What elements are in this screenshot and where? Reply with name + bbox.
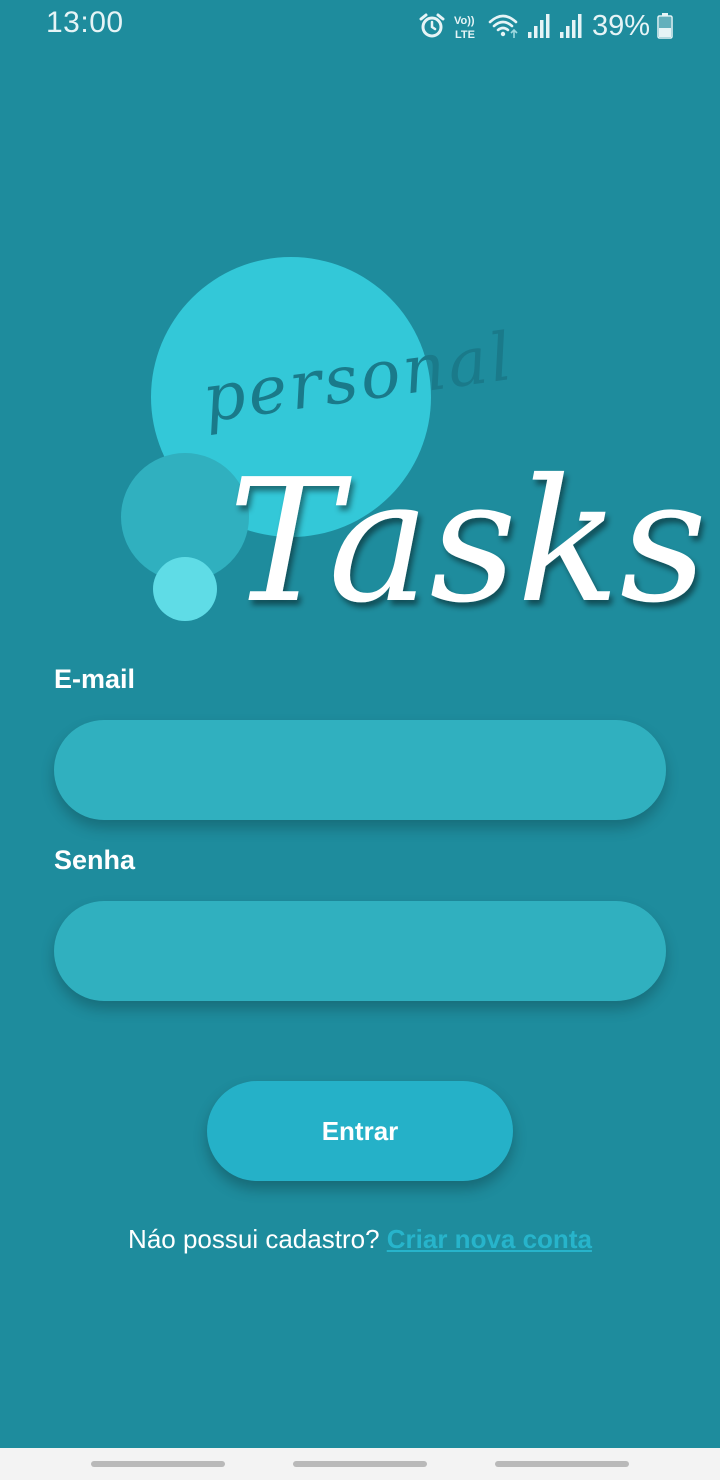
signal-icon: [558, 12, 584, 40]
wifi-icon: [488, 12, 520, 40]
volte-bottom-text: LTE: [455, 29, 475, 41]
status-bar: 13:00 Vo)) LTE 39%: [0, 0, 720, 52]
status-icons: Vo)) LTE 39%: [418, 8, 674, 44]
nav-home-handle[interactable]: [293, 1461, 427, 1467]
volte-top-text: Vo)): [454, 15, 475, 27]
create-account-link[interactable]: Criar nova conta: [387, 1224, 592, 1254]
nav-recents-handle[interactable]: [91, 1461, 225, 1467]
app-logo: personal Tasks: [0, 240, 720, 641]
signup-row: Náo possui cadastro? Criar nova conta: [0, 1224, 720, 1255]
alarm-icon: [418, 12, 446, 40]
signal-icon: [526, 12, 552, 40]
nav-back-handle[interactable]: [495, 1461, 629, 1467]
logo-word-tasks: Tasks: [228, 443, 707, 640]
battery-percentage: 39%: [591, 9, 650, 42]
system-nav-bar: [0, 1448, 720, 1480]
login-button[interactable]: Entrar: [207, 1081, 513, 1181]
password-label: Senha: [54, 845, 136, 875]
logo-circle-small: [153, 557, 217, 621]
volte-icon: Vo)) LTE: [452, 11, 482, 41]
battery-icon: [656, 12, 674, 40]
email-field[interactable]: [54, 720, 666, 820]
status-time: 13:00: [46, 6, 124, 39]
email-label: E-mail: [54, 664, 136, 694]
password-field[interactable]: [54, 901, 666, 1001]
signup-prompt: Náo possui cadastro?: [128, 1224, 380, 1254]
